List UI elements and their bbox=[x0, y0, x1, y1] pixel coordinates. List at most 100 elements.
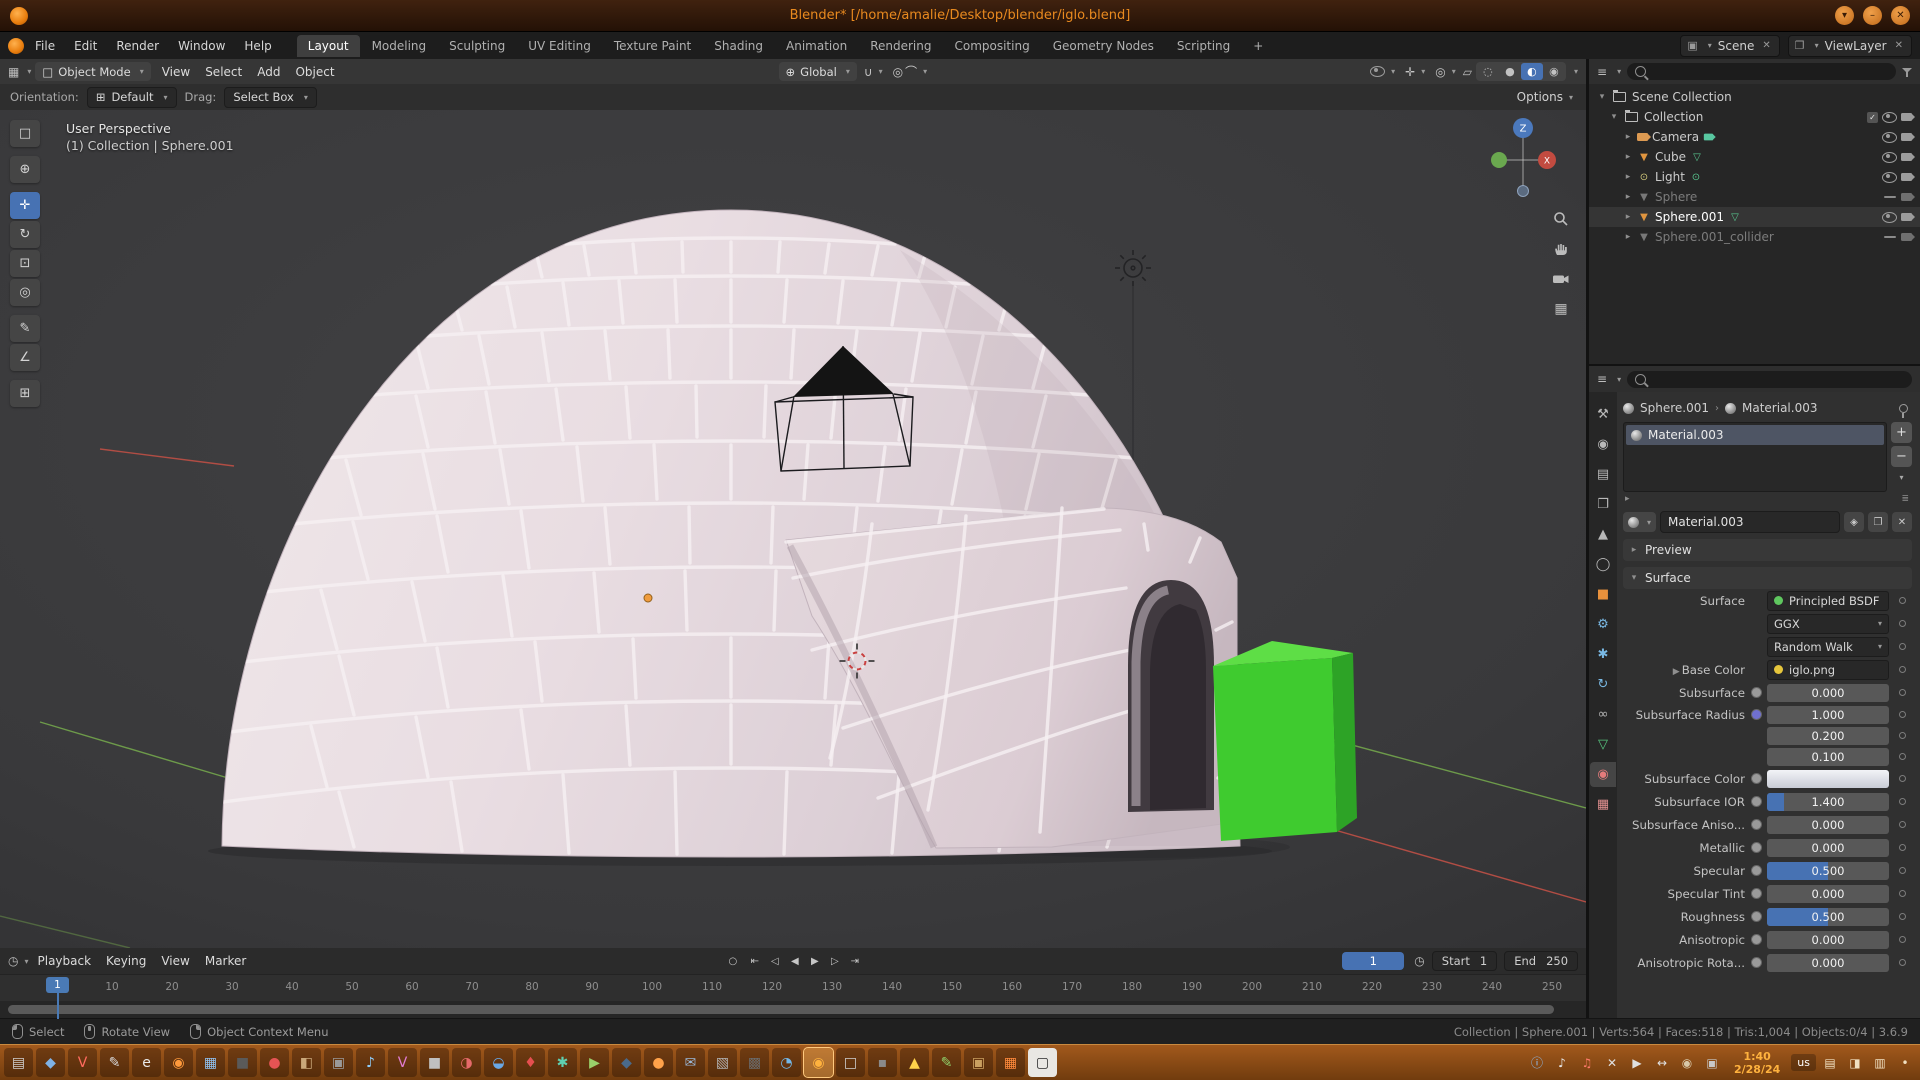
tab-output[interactable]: ▤ bbox=[1590, 462, 1616, 487]
animate-decorator-icon[interactable] bbox=[1899, 913, 1906, 920]
unlink-material-button[interactable]: ✕ bbox=[1892, 512, 1912, 532]
animate-decorator-icon[interactable] bbox=[1899, 597, 1906, 604]
input-socket-icon[interactable] bbox=[1751, 957, 1762, 968]
browse-material-button[interactable]: ▾ bbox=[1623, 512, 1656, 532]
orthographic-grid-button[interactable]: ▦ bbox=[1550, 298, 1572, 320]
tool-select-box[interactable]: □ bbox=[10, 120, 40, 147]
input-socket-icon[interactable] bbox=[1751, 796, 1762, 807]
disclosure-icon[interactable]: ▸ bbox=[1623, 232, 1633, 242]
animate-decorator-icon[interactable] bbox=[1899, 867, 1906, 874]
hide-in-viewport-toggle[interactable] bbox=[1882, 152, 1897, 163]
menu-file[interactable]: File bbox=[26, 36, 64, 56]
play-button[interactable]: ▶ bbox=[805, 952, 825, 970]
shading-wireframe-button[interactable]: ◌ bbox=[1477, 63, 1499, 80]
tray-settings-icon[interactable]: ▤ bbox=[1819, 1052, 1841, 1074]
tab-tool[interactable]: ⚒ bbox=[1590, 402, 1616, 427]
shading-dropdown-icon[interactable]: ▾ bbox=[1574, 67, 1578, 76]
overlays-dropdown[interactable]: ◎▾ bbox=[1432, 65, 1459, 79]
taskbar-app-27[interactable]: □ bbox=[836, 1048, 865, 1077]
animate-decorator-icon[interactable] bbox=[1899, 775, 1906, 782]
material-slot-row[interactable]: Material.003 bbox=[1626, 425, 1884, 445]
tool-transform[interactable]: ◎ bbox=[10, 279, 40, 306]
window-minimize-button[interactable]: – bbox=[1863, 6, 1882, 25]
properties-editor-icon[interactable]: ≡ bbox=[1597, 372, 1607, 386]
properties-search-input[interactable] bbox=[1627, 371, 1912, 388]
tool-measure[interactable]: ∠ bbox=[10, 344, 40, 371]
specular-slider[interactable]: 0.500 bbox=[1767, 862, 1889, 880]
animate-decorator-icon[interactable] bbox=[1899, 689, 1906, 696]
viewport-menu-view[interactable]: View bbox=[155, 62, 197, 82]
gizmo-minus-z-axis[interactable] bbox=[1518, 186, 1529, 197]
taskbar-app-14[interactable]: ■ bbox=[420, 1048, 449, 1077]
scrollbar-thumb[interactable] bbox=[8, 1005, 1554, 1014]
subsurface-method-dropdown[interactable]: Random Walk▾ bbox=[1767, 637, 1889, 657]
new-material-button[interactable]: ❐ bbox=[1868, 512, 1888, 532]
tray-volume-icon[interactable]: ▥ bbox=[1869, 1052, 1891, 1074]
anisotropic-rotation-slider[interactable]: 0.000 bbox=[1767, 954, 1889, 972]
hidden-eye-icon[interactable] bbox=[1884, 236, 1896, 238]
shading-material-preview-button[interactable]: ◐ bbox=[1521, 63, 1543, 80]
expand-icon[interactable]: ▸ bbox=[1625, 494, 1630, 504]
viewport-menu-object[interactable]: Object bbox=[288, 62, 341, 82]
zoom-button[interactable] bbox=[1550, 208, 1572, 230]
taskbar-app-20[interactable]: ◆ bbox=[612, 1048, 641, 1077]
taskbar-app-16[interactable]: ◒ bbox=[484, 1048, 513, 1077]
hide-in-viewport-toggle[interactable] bbox=[1882, 172, 1897, 183]
timeline-editor-icon[interactable]: ◷ bbox=[8, 954, 18, 968]
tab-object-data[interactable]: ▽ bbox=[1590, 732, 1616, 757]
taskbar-app-19[interactable]: ▶ bbox=[580, 1048, 609, 1077]
input-socket-icon[interactable] bbox=[1751, 865, 1762, 876]
gizmo-y-axis[interactable] bbox=[1491, 152, 1507, 168]
use-preview-range-icon[interactable]: ◷ bbox=[1414, 954, 1424, 968]
window-close-button[interactable]: ✕ bbox=[1891, 6, 1910, 25]
specular-tint-slider[interactable]: 0.000 bbox=[1767, 885, 1889, 903]
taskbar-app-17[interactable]: ♦ bbox=[516, 1048, 545, 1077]
vector-socket-icon[interactable] bbox=[1751, 709, 1762, 720]
taskbar-app-8[interactable]: ■ bbox=[228, 1048, 257, 1077]
timeline-playhead[interactable]: 1 bbox=[46, 977, 69, 993]
taskbar-app-blender[interactable]: ◉ bbox=[804, 1048, 833, 1077]
taskbar-app-12[interactable]: ♪ bbox=[356, 1048, 385, 1077]
animate-decorator-icon[interactable] bbox=[1899, 643, 1906, 650]
viewport-menu-add[interactable]: Add bbox=[250, 62, 287, 82]
taskbar-app-1[interactable]: ▤ bbox=[4, 1048, 33, 1077]
outliner-search-input[interactable] bbox=[1627, 63, 1896, 80]
clock[interactable]: 1:40 2/28/24 bbox=[1734, 1050, 1780, 1076]
xray-toggle-icon[interactable]: ▱ bbox=[1463, 65, 1472, 79]
animate-decorator-icon[interactable] bbox=[1899, 844, 1906, 851]
view-layer-unlink-icon[interactable]: ✕ bbox=[1893, 40, 1905, 51]
outliner-row-sphere001[interactable]: ▸ ▼ Sphere.001 ▽ bbox=[1589, 207, 1920, 227]
tool-move[interactable]: ✛ bbox=[10, 192, 40, 219]
tray-camera-icon[interactable]: ◉ bbox=[1676, 1052, 1698, 1074]
taskbar-app-29[interactable]: ▲ bbox=[900, 1048, 929, 1077]
fake-user-button[interactable]: ◈ bbox=[1844, 512, 1864, 532]
orientation-setting-dropdown[interactable]: ⊞ Default▾ bbox=[87, 87, 177, 108]
menu-render[interactable]: Render bbox=[107, 36, 168, 56]
taskbar-app-5[interactable]: e bbox=[132, 1048, 161, 1077]
pan-hand-button[interactable] bbox=[1550, 238, 1572, 260]
workspace-add-button[interactable]: + bbox=[1242, 35, 1274, 57]
surface-panel-header[interactable]: ▾Surface bbox=[1623, 567, 1912, 589]
input-socket-icon[interactable] bbox=[1751, 773, 1762, 784]
shading-rendered-button[interactable]: ◉ bbox=[1543, 63, 1565, 80]
timeline-ruler[interactable]: 1 11020304050607080901001101201301401501… bbox=[0, 974, 1586, 1001]
taskbar-app-6[interactable]: ◉ bbox=[164, 1048, 193, 1077]
tab-world[interactable]: ◯ bbox=[1590, 552, 1616, 577]
animate-decorator-icon[interactable] bbox=[1899, 732, 1906, 739]
taskbar-app-28[interactable]: ▪ bbox=[868, 1048, 897, 1077]
taskbar-app-31[interactable]: ▣ bbox=[964, 1048, 993, 1077]
subsurface-radius-z-field[interactable]: 0.100 bbox=[1767, 748, 1889, 766]
add-material-slot-button[interactable]: + bbox=[1891, 422, 1912, 443]
outliner-row-cube[interactable]: ▸ ▼ Cube ▽ bbox=[1589, 147, 1920, 167]
tab-particles[interactable]: ✱ bbox=[1590, 642, 1616, 667]
timeline-menu-marker[interactable]: Marker bbox=[198, 951, 253, 971]
taskbar-app-2[interactable]: ◆ bbox=[36, 1048, 65, 1077]
workspace-tab-rendering[interactable]: Rendering bbox=[859, 35, 942, 57]
timeline-menu-keying[interactable]: Keying bbox=[99, 951, 153, 971]
tab-texture[interactable]: ▦ bbox=[1590, 792, 1616, 817]
tray-play-icon[interactable]: ▶ bbox=[1626, 1052, 1648, 1074]
breadcrumb-object[interactable]: Sphere.001 bbox=[1640, 401, 1709, 415]
input-socket-icon[interactable] bbox=[1751, 687, 1762, 698]
disclosure-icon[interactable]: ▾ bbox=[1597, 92, 1607, 102]
menu-window[interactable]: Window bbox=[169, 36, 234, 56]
